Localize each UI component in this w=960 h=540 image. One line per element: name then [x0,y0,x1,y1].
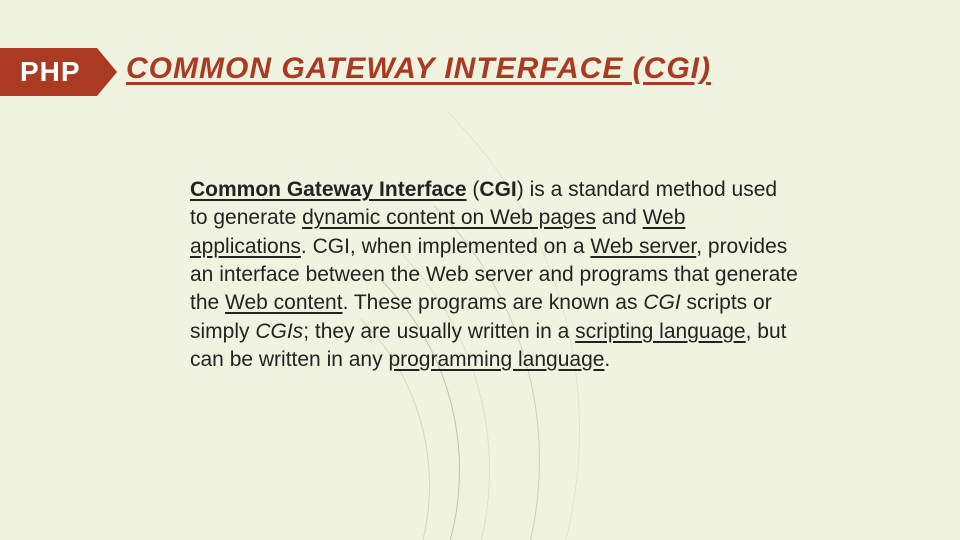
term-cgi-abbr: CGI [479,178,516,201]
text: and [596,206,643,229]
slide-title: COMMON GATEWAY INTERFACE (CGI) [126,52,711,86]
link-scripting-language: scripting language [575,320,745,343]
topic-tag: PHP [0,48,117,96]
link-web-server: Web server [590,235,696,258]
topic-tag-label: PHP [0,48,97,96]
link-dynamic-content: dynamic content on Web pages [302,206,596,229]
text: . These programs are known as [343,291,644,314]
text: . CGI, when implemented on a [301,235,590,258]
term-cgis-italic: CGIs [255,320,303,343]
text: ; they are usually written in a [303,320,575,343]
term-cgi-italic: CGI [643,291,680,314]
link-programming-language: programming language [388,348,604,371]
slide-body: Common Gateway Interface (CGI) is a stan… [190,176,800,374]
text: . [604,348,610,371]
chevron-right-icon [97,48,117,96]
term-cgi-full: Common Gateway Interface [190,178,467,201]
link-web-content: Web content [225,291,343,314]
text: ( [467,178,480,201]
